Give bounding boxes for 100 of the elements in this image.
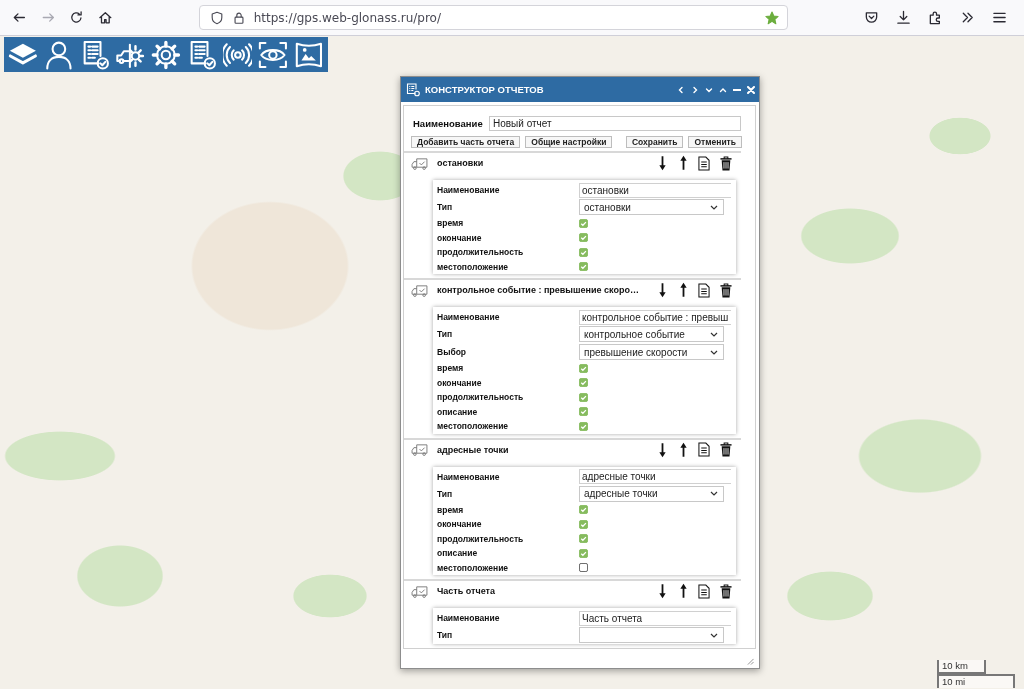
section-title: адресные точки (437, 444, 510, 455)
chevron-right-icon[interactable] (691, 85, 699, 94)
caret-icon (710, 204, 718, 210)
lock-icon[interactable] (231, 10, 246, 25)
field-label: окончание (436, 377, 483, 388)
field-label: описание (436, 406, 479, 417)
add-part-button[interactable]: Добавить часть отчета (411, 136, 521, 148)
field-label: Наименование (436, 471, 501, 482)
text-input[interactable]: Часть отчета (579, 610, 731, 626)
truck-check-icon (411, 283, 428, 297)
field-label: Тип (436, 329, 454, 339)
chevron-down-icon[interactable] (705, 85, 713, 94)
trash-icon[interactable] (720, 155, 732, 171)
report-name-input[interactable]: Новый отчет (489, 116, 741, 131)
text-input[interactable]: адресные точки (579, 469, 731, 484)
bookmark-star-icon[interactable] (765, 10, 779, 25)
arrow-up-icon[interactable] (679, 441, 688, 458)
trash-icon[interactable] (720, 282, 732, 298)
field-label: Наименование (413, 118, 484, 129)
report-icon (406, 82, 420, 97)
field-label: местоположение (436, 562, 510, 573)
document-icon[interactable] (698, 282, 710, 298)
field-label: Тип (436, 630, 454, 640)
arrow-down-icon[interactable] (658, 282, 667, 298)
arrow-down-icon[interactable] (658, 441, 667, 458)
checkbox[interactable] (579, 548, 588, 558)
select-field[interactable]: превышение скорости (579, 344, 724, 360)
caret-icon (710, 349, 718, 355)
trash-icon[interactable] (720, 442, 732, 457)
text-input[interactable]: контрольное событие : превыш (579, 309, 731, 325)
select-field[interactable]: остановки (579, 199, 724, 215)
checkbox[interactable] (579, 363, 588, 373)
settings-icon[interactable] (151, 39, 181, 70)
resize-grip-icon[interactable] (747, 658, 754, 665)
truck-check-icon (411, 156, 428, 170)
close-icon[interactable] (747, 85, 755, 94)
checkbox[interactable] (579, 519, 588, 529)
checkbox[interactable] (579, 247, 588, 257)
address-field[interactable]: https://gps.web-glonass.ru/pro/ (198, 5, 788, 30)
arrow-up-icon[interactable] (679, 583, 688, 599)
section-title: контрольное событие : превышение скоро… (437, 285, 640, 295)
field-label: продолжительность (436, 392, 525, 403)
home-icon[interactable] (98, 10, 113, 25)
field-label: окончание (436, 519, 483, 530)
pocket-icon[interactable] (864, 10, 879, 25)
field-label: Тип (436, 488, 454, 499)
cancel-button[interactable]: Отменить (688, 136, 742, 148)
shield-icon[interactable] (209, 10, 224, 25)
document-icon[interactable] (698, 442, 710, 457)
section-title: Часть отчета (437, 586, 496, 596)
truck-check-icon (411, 584, 428, 598)
checkbox[interactable] (579, 378, 588, 388)
checkbox[interactable] (579, 421, 588, 431)
person-icon[interactable] (43, 39, 74, 70)
field-label: продолжительность (436, 533, 525, 544)
document-icon[interactable] (698, 155, 710, 171)
scale-bar: 10 km (937, 660, 986, 674)
checkbox[interactable] (579, 218, 588, 228)
field-label: окончание (436, 232, 483, 243)
back-arrow-icon[interactable] (12, 10, 27, 25)
checkbox[interactable] (579, 563, 588, 573)
trash-icon[interactable] (720, 583, 732, 599)
eye-icon[interactable] (258, 39, 289, 70)
field-label: время (436, 363, 465, 374)
field-label: Наименование (436, 312, 501, 322)
field-label: Наименование (436, 613, 501, 623)
puzzle-icon[interactable] (928, 10, 943, 25)
checkbox[interactable] (579, 392, 588, 402)
checkbox[interactable] (579, 407, 588, 417)
arrow-up-icon[interactable] (679, 282, 688, 298)
arrow-down-icon[interactable] (658, 155, 667, 171)
field-label: время (436, 218, 465, 229)
checkbox[interactable] (579, 505, 588, 515)
text-input[interactable]: остановки (579, 182, 731, 198)
reload-icon[interactable] (69, 10, 84, 25)
select-field[interactable]: адресные точки (579, 485, 724, 502)
select-field[interactable] (579, 627, 724, 643)
checkbox[interactable] (579, 233, 588, 243)
checkbox[interactable] (579, 262, 588, 272)
arrow-down-icon[interactable] (658, 583, 667, 599)
field-label: продолжительность (436, 247, 525, 258)
field-label: Выбор (436, 347, 468, 357)
checkbox[interactable] (579, 534, 588, 544)
field-label: местоположение (436, 261, 510, 272)
field-label: время (436, 504, 465, 515)
save-button[interactable]: Сохранить (625, 136, 684, 148)
general-settings-button[interactable]: Общие настройки (525, 136, 613, 148)
field-label: Тип (436, 202, 454, 212)
download-icon[interactable] (896, 10, 911, 25)
menu-icon[interactable] (992, 10, 1007, 25)
double-chevron-icon[interactable] (960, 10, 975, 25)
scale-bar: 10 mi (937, 674, 1015, 688)
arrow-up-icon[interactable] (679, 155, 688, 171)
field-label: местоположение (436, 421, 510, 432)
field-label: Наименование (436, 185, 501, 195)
chevron-left-icon[interactable] (677, 85, 685, 94)
field-label: описание (436, 548, 479, 559)
select-field[interactable]: контрольное событие (579, 326, 724, 342)
document-icon[interactable] (698, 583, 710, 599)
caret-icon (710, 491, 718, 496)
